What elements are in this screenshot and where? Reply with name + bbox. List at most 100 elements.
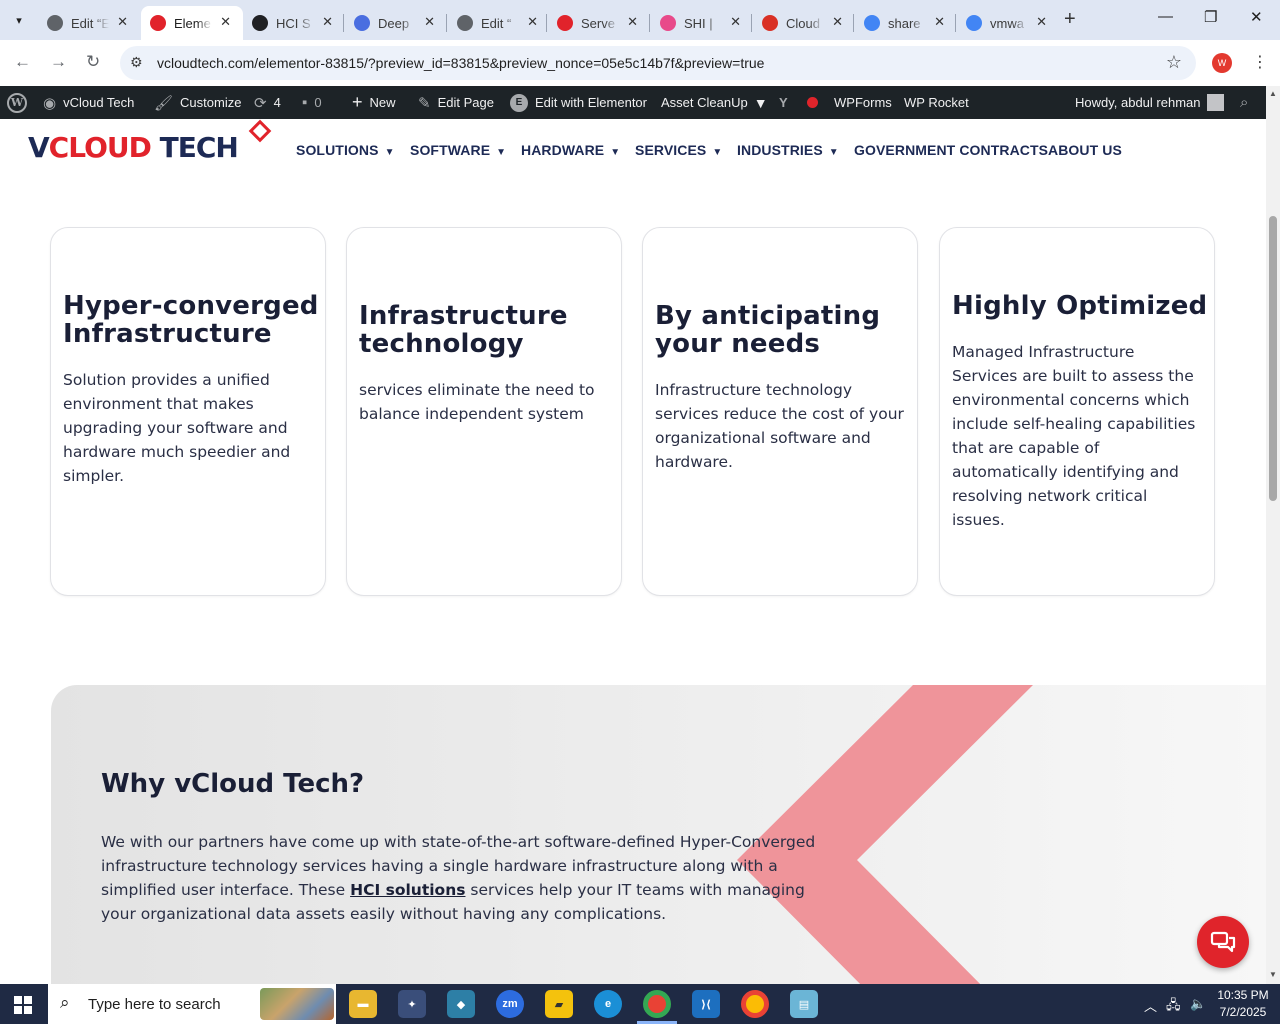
- close-tab-icon[interactable]: ✕: [627, 14, 638, 30]
- minimize-icon[interactable]: —: [1158, 8, 1173, 25]
- tab-separator: [446, 14, 447, 32]
- admin-edit-elementor[interactable]: E Edit with Elementor: [510, 86, 647, 119]
- customize-label: Customize: [180, 95, 242, 110]
- nav-item-government-contracts[interactable]: GOVERNMENT CONTRACTS: [854, 142, 1048, 158]
- feature-card: Infrastructure technology services elimin…: [346, 227, 622, 596]
- diamond-app-icon[interactable]: ◆: [447, 990, 475, 1018]
- admin-new[interactable]: + New: [352, 86, 396, 119]
- nav-item-hardware[interactable]: HARDWARE ▼: [521, 142, 620, 158]
- logo-tech: TECH: [150, 131, 239, 164]
- volume-icon[interactable]: 🔈: [1190, 996, 1206, 1012]
- browser-tab[interactable]: Edit “ ✕: [448, 6, 550, 40]
- close-tab-icon[interactable]: ✕: [1036, 14, 1047, 30]
- google-icon: [966, 15, 982, 31]
- forward-arrow-icon[interactable]: →: [50, 52, 67, 72]
- taskbar-clock[interactable]: 10:35 PM 7/2/2025: [1212, 987, 1274, 1021]
- browser-tab[interactable]: Serve ✕: [548, 6, 650, 40]
- recording-dot-icon[interactable]: [807, 86, 818, 119]
- wpforms-label: WPForms: [834, 95, 892, 110]
- nav-item-solutions[interactable]: SOLUTIONS ▼: [296, 142, 395, 158]
- reload-icon[interactable]: ↻: [86, 52, 100, 72]
- site-info-icon[interactable]: ⚙: [130, 54, 143, 71]
- admin-wpforms[interactable]: WPForms: [834, 86, 892, 119]
- zoom-icon[interactable]: zm: [496, 990, 524, 1018]
- close-tab-icon[interactable]: ✕: [220, 14, 231, 30]
- admin-search-icon[interactable]: ⌕: [1240, 86, 1248, 119]
- browser-tab[interactable]: Deep ✕: [345, 6, 447, 40]
- tab-title: vmwa: [990, 15, 1024, 31]
- tab-title: Deep: [378, 15, 410, 31]
- browser-tab[interactable]: HCI S ✕: [243, 6, 345, 40]
- close-tab-icon[interactable]: ✕: [934, 14, 945, 30]
- admin-comments[interactable]: ▪ 0: [302, 86, 322, 119]
- restore-icon[interactable]: ❐: [1204, 8, 1217, 26]
- yoast-icon[interactable]: Y: [779, 86, 788, 119]
- close-window-icon[interactable]: ✕: [1250, 8, 1263, 26]
- nav-item-services[interactable]: SERVICES ▼: [635, 142, 722, 158]
- new-tab-plus-icon[interactable]: +: [1064, 9, 1076, 29]
- chrome-alt-icon[interactable]: [741, 990, 769, 1018]
- close-tab-icon[interactable]: ✕: [730, 14, 741, 30]
- browser-tab[interactable]: Edit “E ✕: [38, 6, 140, 40]
- admin-wp-rocket[interactable]: WP Rocket: [904, 86, 969, 119]
- browser-tab[interactable]: SHI | ✕: [651, 6, 753, 40]
- plus-icon: +: [352, 92, 363, 112]
- vcloud-icon: [557, 15, 573, 31]
- scroll-up-arrow-icon[interactable]: ▲: [1269, 89, 1277, 98]
- scroll-down-arrow-icon[interactable]: ▼: [1269, 970, 1277, 979]
- sticky-notes-icon[interactable]: ▰: [545, 990, 573, 1018]
- url-text[interactable]: vcloudtech.com/elementor-83815/?preview_…: [157, 55, 764, 71]
- vscode-icon[interactable]: ⟩⟨: [692, 990, 720, 1018]
- pencil-icon: ✎: [418, 94, 431, 112]
- admin-asset-cleanup[interactable]: Asset CleanUp ▼: [661, 86, 768, 119]
- tray-chevron-icon[interactable]: ︿: [1144, 996, 1157, 1015]
- nav-label: SOFTWARE: [410, 142, 491, 158]
- browser-tab[interactable]: Cloud ✕: [753, 6, 855, 40]
- admin-site-name[interactable]: ◉ vCloud Tech: [43, 86, 134, 119]
- back-arrow-icon[interactable]: ←: [14, 52, 31, 72]
- hci-icon: [252, 15, 268, 31]
- network-icon[interactable]: 🖧: [1166, 996, 1181, 1018]
- chrome-icon[interactable]: [643, 990, 671, 1018]
- nav-item-industries[interactable]: INDUSTRIES ▼: [737, 142, 839, 158]
- bookmark-star-icon[interactable]: ☆: [1166, 52, 1182, 73]
- wordpress-logo-icon[interactable]: W: [7, 86, 27, 119]
- hci-solutions-link[interactable]: HCI solutions: [350, 881, 465, 899]
- file-explorer-icon[interactable]: ▬: [349, 990, 377, 1018]
- chat-bubble-icon[interactable]: [1197, 916, 1249, 968]
- taskbar-search[interactable]: ⌕ Type here to search: [48, 984, 336, 1024]
- tab-separator: [955, 14, 956, 32]
- caret-down-icon: ▼: [496, 147, 507, 158]
- page-content: Hyper-converged Infrastructure Solution p…: [0, 181, 1266, 984]
- admin-edit-page[interactable]: ✎ Edit Page: [418, 86, 494, 119]
- page-scrollbar[interactable]: ▲ ▼: [1266, 86, 1280, 984]
- admin-customize[interactable]: 🖌 Customize: [154, 86, 241, 119]
- browser-tab[interactable]: Eleme ✕: [141, 6, 243, 40]
- close-tab-icon[interactable]: ✕: [117, 14, 128, 30]
- notepad-icon[interactable]: ▤: [790, 990, 818, 1018]
- browser-menu-icon[interactable]: ⋮: [1252, 52, 1268, 72]
- close-tab-icon[interactable]: ✕: [527, 14, 538, 30]
- cloud-icon: [762, 15, 778, 31]
- browser-tab[interactable]: vmwa ✕: [957, 6, 1059, 40]
- browser-toolbar: ← → ↻ ⚙ vcloudtech.com/elementor-83815/?…: [0, 40, 1280, 86]
- scroll-thumb[interactable]: [1269, 216, 1277, 501]
- google-icon: [864, 15, 880, 31]
- windows-start-icon[interactable]: [14, 996, 32, 1014]
- paint-app-icon[interactable]: ✦: [398, 990, 426, 1018]
- vcloud-icon: [150, 15, 166, 31]
- tab-search-chevron-icon[interactable]: ▾: [6, 8, 32, 32]
- nav-item-software[interactable]: SOFTWARE ▼: [410, 142, 506, 158]
- vcloud-tech-logo[interactable]: VCLOUD TECH: [28, 131, 239, 164]
- card-text: Infrastructure technology services reduc…: [655, 381, 904, 471]
- close-tab-icon[interactable]: ✕: [832, 14, 843, 30]
- close-tab-icon[interactable]: ✕: [322, 14, 333, 30]
- address-bar[interactable]: ⚙ vcloudtech.com/elementor-83815/?previe…: [120, 46, 1196, 80]
- admin-account[interactable]: Howdy, abdul rehman: [1075, 86, 1224, 119]
- profile-avatar[interactable]: W: [1212, 53, 1232, 73]
- admin-updates[interactable]: ⟳ 4: [254, 86, 281, 119]
- edge-icon[interactable]: e: [594, 990, 622, 1018]
- browser-tab[interactable]: share ✕: [855, 6, 957, 40]
- close-tab-icon[interactable]: ✕: [424, 14, 435, 30]
- nav-item-about-us[interactable]: ABOUT US: [1048, 142, 1122, 158]
